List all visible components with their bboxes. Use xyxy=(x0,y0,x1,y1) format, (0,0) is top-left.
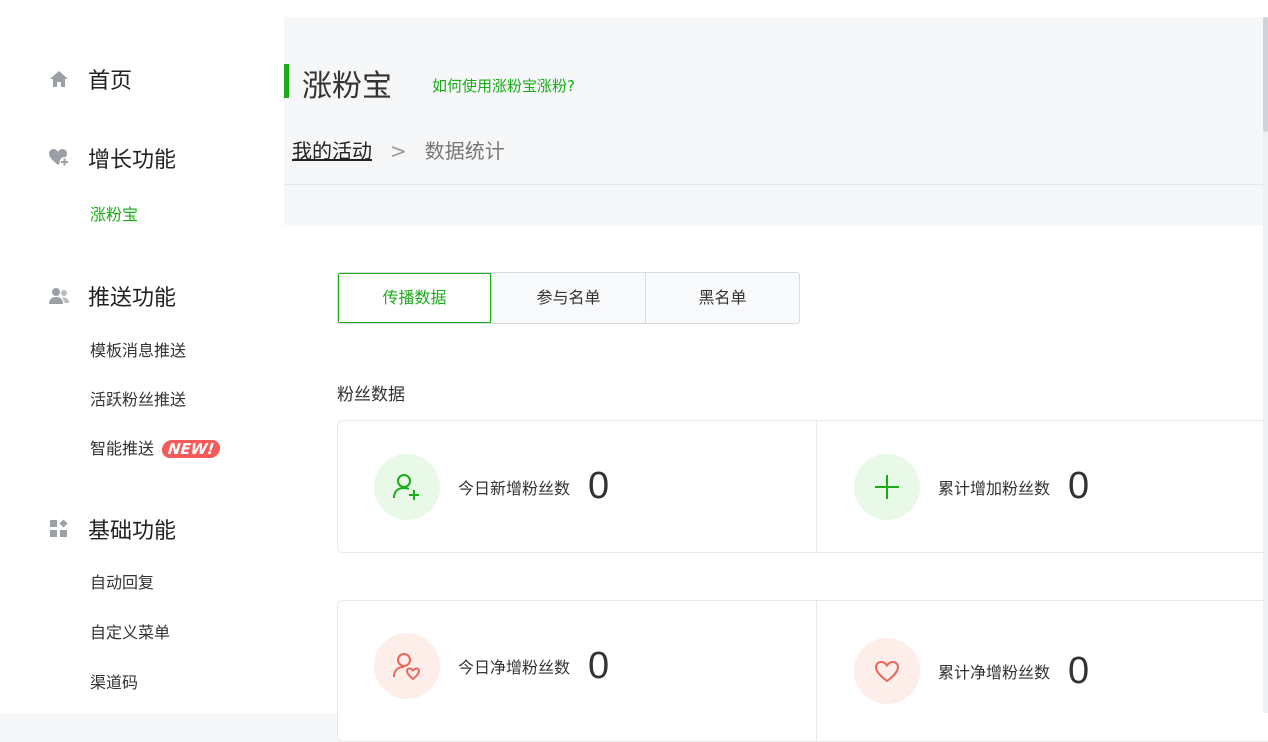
sidebar-item-custom-menu[interactable]: 自定义菜单 xyxy=(90,619,170,643)
grid-icon xyxy=(48,518,70,540)
help-link[interactable]: 如何使用涨粉宝涨粉? xyxy=(432,75,575,96)
sidebar-group-basic[interactable]: 基础功能 xyxy=(48,513,176,545)
divider xyxy=(284,184,1268,185)
new-badge: NEW! xyxy=(161,440,222,458)
stat-value: 0 xyxy=(588,644,610,687)
stat-label: 今日新增粉丝数 xyxy=(458,478,571,498)
stats-panel: 传播数据 参与名单 黑名单 粉丝数据 今日新增粉丝数 0 累计增加粉丝数 0 今… xyxy=(284,225,1268,742)
stat-total-net-fans: 累计净增粉丝数 0 xyxy=(816,601,1089,741)
user-plus-icon xyxy=(374,453,440,520)
sidebar-group-growth[interactable]: 增长功能 xyxy=(48,142,176,174)
stat-label: 累计净增粉丝数 xyxy=(938,663,1051,682)
sidebar-item-label: 首页 xyxy=(88,69,133,94)
stats-row: 今日新增粉丝数 0 累计增加粉丝数 0 xyxy=(337,420,1268,553)
sidebar-group-label: 推送功能 xyxy=(88,286,177,311)
sidebar-item-zhangfenbao[interactable]: 涨粉宝 xyxy=(90,201,138,225)
tab-spread-data[interactable]: 传播数据 xyxy=(338,273,491,323)
tab-participants[interactable]: 参与名单 xyxy=(491,273,645,323)
heart-plus-icon xyxy=(48,147,70,169)
main-content: 涨粉宝 如何使用涨粉宝涨粉? 我的活动 > 数据统计 传播数据 参与名单 黑名单 粉… xyxy=(284,17,1268,742)
stat-label: 今日净增粉丝数 xyxy=(458,658,571,677)
sidebar-item-auto-reply[interactable]: 自动回复 xyxy=(90,569,154,593)
sidebar-item-smart-push[interactable]: 智能推送 NEW! xyxy=(90,435,222,459)
top-band xyxy=(0,0,1268,17)
stat-value: 0 xyxy=(1068,649,1090,692)
breadcrumb: 我的活动 > 数据统计 xyxy=(292,135,505,164)
scrollbar-thumb[interactable] xyxy=(1263,17,1268,132)
stat-total-added-fans: 累计增加粉丝数 0 xyxy=(816,421,1089,552)
stat-label: 累计增加粉丝数 xyxy=(938,478,1051,498)
breadcrumb-separator: > xyxy=(390,139,407,163)
sidebar: 首页 增长功能 涨粉宝 推送功能 模板消息推送 活跃粉丝推送 智能推送 NEW! … xyxy=(0,17,284,713)
heart-icon xyxy=(854,638,920,704)
home-icon xyxy=(48,68,70,90)
sidebar-item-home[interactable]: 首页 xyxy=(48,63,132,95)
users-icon xyxy=(48,285,70,307)
page-title: 涨粉宝 xyxy=(302,69,392,104)
plus-icon xyxy=(854,453,920,520)
stat-net-fans-today: 今日净增粉丝数 0 xyxy=(374,601,609,731)
sidebar-item-active-fans-push[interactable]: 活跃粉丝推送 xyxy=(90,386,186,410)
tab-blacklist[interactable]: 黑名单 xyxy=(645,273,799,323)
title-accent-bar xyxy=(284,64,289,98)
sidebar-group-label: 基础功能 xyxy=(88,519,177,544)
breadcrumb-current: 数据统计 xyxy=(424,139,505,163)
stat-value: 0 xyxy=(1068,465,1090,507)
sidebar-item-template-push[interactable]: 模板消息推送 xyxy=(90,337,186,361)
sidebar-group-push[interactable]: 推送功能 xyxy=(48,280,176,312)
sidebar-group-label: 增长功能 xyxy=(88,148,177,173)
stats-row: 今日净增粉丝数 0 累计净增粉丝数 0 xyxy=(337,600,1268,742)
tab-bar: 传播数据 参与名单 黑名单 xyxy=(337,272,800,324)
breadcrumb-my-activities[interactable]: 我的活动 xyxy=(292,139,372,163)
stat-new-fans-today: 今日新增粉丝数 0 xyxy=(374,421,609,552)
section-title: 粉丝数据 xyxy=(337,385,405,405)
sidebar-item-label: 智能推送 xyxy=(90,439,155,458)
sidebar-item-channel-code[interactable]: 渠道码 xyxy=(90,669,138,693)
user-heart-icon xyxy=(374,633,440,699)
stat-value: 0 xyxy=(588,465,610,507)
